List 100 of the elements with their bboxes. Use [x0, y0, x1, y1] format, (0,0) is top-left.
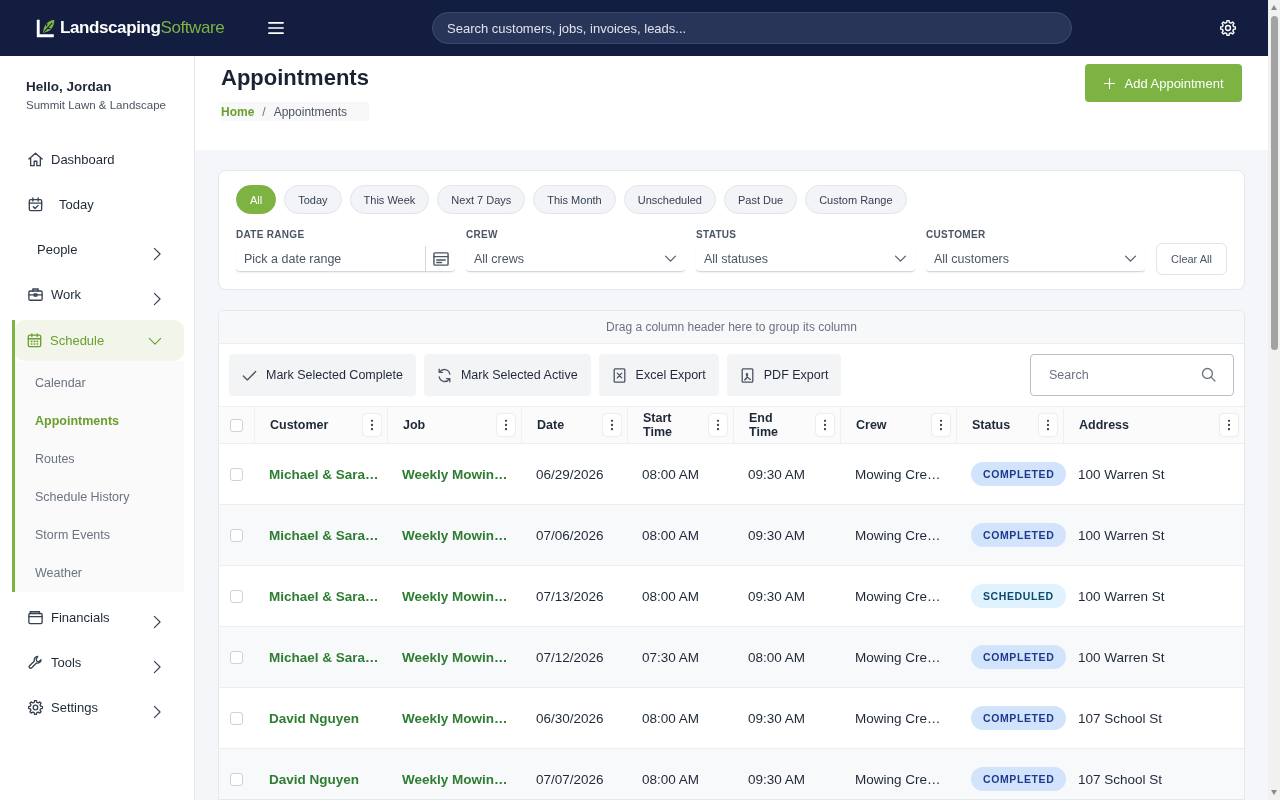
toolbar-button[interactable]: Mark Selected Active	[423, 354, 591, 396]
table-cell: Mowing Cre…	[855, 649, 941, 665]
checkbox[interactable]	[230, 467, 243, 481]
customer-link[interactable]: Michael & Sara…	[269, 527, 379, 543]
column-header[interactable]: Crew	[840, 407, 956, 443]
grid-search-field[interactable]: Search	[1030, 354, 1234, 396]
column-menu-button[interactable]	[816, 414, 834, 436]
table-cell: 08:00 AM	[642, 771, 700, 787]
column-header[interactable]: Customer	[254, 407, 387, 443]
nav-subitem[interactable]: Calendar	[15, 364, 184, 402]
filter-chip[interactable]: This Month	[533, 185, 616, 214]
job-link[interactable]: Weekly Mowin…	[402, 649, 508, 665]
column-menu-button[interactable]	[603, 414, 621, 436]
job-link[interactable]: Weekly Mowin…	[402, 527, 508, 543]
scrollbar[interactable]	[1268, 0, 1280, 800]
filter-chip[interactable]: Past Due	[723, 185, 798, 214]
column-header[interactable]: Status	[956, 407, 1063, 443]
table-cell: 100 Warren St	[1078, 588, 1165, 604]
breadcrumb-current: Appointments	[273, 104, 348, 119]
column-menu-button[interactable]	[1039, 414, 1057, 436]
job-link[interactable]: Weekly Mowin…	[402, 771, 508, 787]
calendar-icon[interactable]	[432, 251, 449, 267]
nav-item[interactable]: People	[0, 227, 184, 272]
checkbox[interactable]	[230, 772, 243, 786]
table-cell: 06/29/2026	[536, 466, 604, 482]
dropdown-field[interactable]: All statuses	[696, 246, 915, 272]
table-cell: 107 School St	[1078, 710, 1163, 726]
table-cell: 09:30 AM	[748, 527, 806, 543]
menu-icon	[268, 20, 284, 36]
filter-chip[interactable]: Custom Range	[805, 185, 907, 214]
logo-text: LandscapingSoftware	[60, 18, 225, 38]
table-cell: 07/07/2026	[536, 771, 604, 787]
checkbox[interactable]	[230, 528, 243, 542]
customer-link[interactable]: Michael & Sara…	[269, 466, 379, 482]
search-field[interactable]: Search customers, jobs, invoices, leads...	[432, 12, 1072, 44]
column-header[interactable]: Date	[521, 407, 627, 443]
checkbox[interactable]	[230, 650, 243, 664]
checkbox[interactable]	[230, 418, 243, 432]
job-link[interactable]: Weekly Mowin…	[402, 710, 508, 726]
filter-chip[interactable]: Next 7 Days	[437, 185, 526, 214]
table-cell: 09:30 AM	[748, 710, 806, 726]
calendar-icon	[27, 333, 42, 348]
table-cell: 107 School St	[1078, 771, 1163, 787]
nav-item[interactable]: Financials	[0, 595, 184, 640]
file-x-icon	[611, 367, 627, 383]
search-icon	[1201, 367, 1216, 382]
clear-all-button[interactable]: Clear All	[1156, 243, 1227, 275]
nav-subitem[interactable]: Weather	[15, 554, 184, 592]
filter-chip[interactable]: Unscheduled	[623, 185, 716, 214]
column-header[interactable]: End Time	[733, 407, 840, 443]
home-icon	[28, 152, 43, 167]
filter-label: STATUS	[696, 229, 737, 240]
column-header[interactable]: Address	[1063, 407, 1244, 443]
document-icon	[739, 367, 755, 383]
column-menu-button[interactable]	[709, 414, 727, 436]
job-link[interactable]: Weekly Mowin…	[402, 588, 508, 604]
nav-subitem[interactable]: Schedule History	[15, 478, 184, 516]
table-cell: 08:00 AM	[748, 649, 806, 665]
customer-link[interactable]: Michael & Sara…	[269, 588, 379, 604]
table-cell: 08:00 AM	[642, 710, 700, 726]
nav-subitem[interactable]: Routes	[15, 440, 184, 478]
table-cell: 100 Warren St	[1078, 527, 1165, 543]
table-cell: 100 Warren St	[1078, 649, 1165, 665]
table-cell: Mowing Cre…	[855, 710, 941, 726]
job-link[interactable]: Weekly Mowin…	[402, 466, 508, 482]
filter-chip[interactable]: This Week	[349, 185, 430, 214]
toolbar-button[interactable]: PDF Export	[726, 354, 842, 396]
menu-button[interactable]	[268, 20, 284, 36]
toolbar-button[interactable]: Mark Selected Complete	[229, 354, 416, 396]
nav-item[interactable]: Work	[0, 272, 184, 317]
customer-link[interactable]: David Nguyen	[269, 771, 360, 787]
toolbar-button[interactable]: Excel Export	[598, 354, 719, 396]
nav-item[interactable]: Settings	[0, 685, 184, 730]
customer-link[interactable]: Michael & Sara…	[269, 649, 379, 665]
table-cell: Mowing Cre…	[855, 466, 941, 482]
nav-subitem[interactable]: Storm Events	[15, 516, 184, 554]
table-cell: 07/12/2026	[536, 649, 604, 665]
column-menu-button[interactable]	[1220, 414, 1238, 436]
table-cell: Mowing Cre…	[855, 527, 941, 543]
status-badge: COMPLETED	[971, 523, 1067, 547]
checkbox[interactable]	[230, 711, 243, 725]
dropdown-field[interactable]: All customers	[926, 246, 1145, 272]
column-menu-button[interactable]	[932, 414, 950, 436]
wallet-icon	[28, 610, 43, 625]
column-header[interactable]: Job	[387, 407, 521, 443]
column-header[interactable]: Start Time	[627, 407, 733, 443]
date-range-field[interactable]: Pick a date range	[236, 246, 455, 272]
nav-item[interactable]: Today	[0, 182, 184, 227]
checkbox[interactable]	[230, 589, 243, 603]
settings-button[interactable]	[1220, 20, 1236, 36]
dropdown-field[interactable]: All crews	[466, 246, 685, 272]
column-menu-button[interactable]	[363, 414, 381, 436]
filter-chip[interactable]: Today	[284, 185, 342, 214]
table-cell: 09:30 AM	[748, 466, 806, 482]
nav-item[interactable]: Dashboard	[0, 137, 184, 182]
column-menu-button[interactable]	[497, 414, 515, 436]
breadcrumb-separator: /	[262, 104, 266, 119]
customer-link[interactable]: David Nguyen	[269, 710, 360, 726]
wrench-icon	[28, 655, 43, 670]
nav-item[interactable]: Tools	[0, 640, 184, 685]
